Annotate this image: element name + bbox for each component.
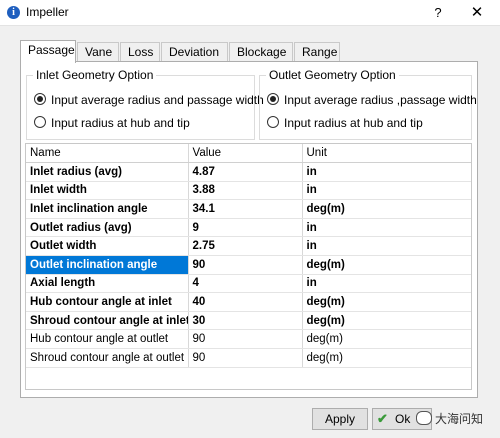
cell-value[interactable]: 4 [188, 274, 303, 294]
cell-name[interactable]: Axial length [26, 274, 189, 294]
cell-value[interactable]: 30 [188, 311, 303, 331]
cell-unit[interactable]: in [302, 218, 471, 238]
watermark-text: 大海问知 [435, 412, 484, 426]
radio-unchecked-icon[interactable] [34, 116, 46, 128]
close-button[interactable]: ✕ [466, 3, 488, 23]
inlet-geometry-title: Inlet Geometry Option [33, 68, 157, 82]
cell-name[interactable]: Outlet inclination angle [26, 255, 189, 275]
table-row[interactable]: Hub contour angle at outlet 90 deg(m) [26, 329, 471, 349]
outlet-option-hub-tip[interactable]: Input radius at hub and tip [267, 116, 423, 130]
inlet-option-hub-tip[interactable]: Input radius at hub and tip [34, 116, 190, 130]
help-button[interactable]: ? [428, 3, 448, 23]
cell-unit[interactable]: in [302, 274, 471, 294]
tab-vane[interactable]: Vane [77, 42, 119, 61]
cell-value[interactable]: 9 [188, 218, 303, 238]
inlet-option-hub-tip-label: Input radius at hub and tip [51, 116, 190, 130]
cell-unit[interactable]: deg(m) [302, 255, 471, 275]
inlet-option-average[interactable]: Input average radius and passage width [34, 93, 264, 107]
tab-deviation[interactable]: Deviation [161, 42, 228, 61]
passage-panel: Inlet Geometry Option Input average radi… [20, 61, 478, 398]
table-row[interactable]: Outlet inclination angle 90 deg(m) [26, 255, 471, 275]
cell-name[interactable]: Outlet radius (avg) [26, 218, 189, 238]
outlet-option-hub-tip-label: Input radius at hub and tip [284, 116, 423, 130]
cell-name[interactable]: Hub contour angle at outlet [26, 329, 189, 349]
cell-unit[interactable]: deg(m) [302, 199, 471, 219]
cell-name[interactable]: Outlet width [26, 236, 189, 256]
table-row[interactable]: Hub contour angle at inlet 40 deg(m) [26, 292, 471, 312]
outlet-geometry-title: Outlet Geometry Option [266, 68, 399, 82]
cell-value[interactable]: 3.88 [188, 181, 303, 201]
column-header-value[interactable]: Value [188, 144, 303, 163]
table-row[interactable]: Inlet radius (avg) 4.87 in [26, 162, 471, 182]
radio-checked-icon[interactable] [34, 93, 46, 105]
cell-value[interactable]: 90 [188, 348, 303, 368]
cell-value[interactable]: 40 [188, 292, 303, 312]
outlet-option-average[interactable]: Input average radius ,passage width [267, 93, 477, 107]
cell-value[interactable]: 4.87 [188, 162, 303, 182]
check-icon: ✔ [377, 411, 388, 426]
radio-unchecked-icon[interactable] [267, 116, 279, 128]
cell-unit[interactable]: deg(m) [302, 329, 471, 349]
table-row[interactable]: Shroud contour angle at inlet 30 deg(m) [26, 311, 471, 331]
cell-name[interactable]: Shroud contour angle at inlet [26, 311, 189, 331]
cell-value[interactable]: 34.1 [188, 199, 303, 219]
tab-loss[interactable]: Loss [120, 42, 160, 61]
ok-button-label: Ok [395, 412, 411, 426]
cell-unit[interactable]: in [302, 181, 471, 201]
table-row[interactable]: Inlet width 3.88 in [26, 181, 471, 201]
table-row[interactable]: Shroud contour angle at outlet 90 deg(m) [26, 348, 471, 368]
inlet-option-average-label: Input average radius and passage width [51, 93, 264, 107]
window-title: Impeller [26, 5, 69, 19]
column-header-name[interactable]: Name [26, 144, 189, 163]
cell-unit[interactable]: in [302, 162, 471, 182]
cell-unit[interactable]: in [302, 236, 471, 256]
app-info-icon: i [7, 6, 20, 19]
title-bar: i Impeller ? ✕ [0, 0, 500, 26]
table-header-row: Name Value Unit [26, 144, 471, 163]
radio-checked-icon[interactable] [267, 93, 279, 105]
cell-name[interactable]: Inlet inclination angle [26, 199, 189, 219]
cell-name[interactable]: Hub contour angle at inlet [26, 292, 189, 312]
cell-name[interactable]: Shroud contour angle at outlet [26, 348, 189, 368]
cell-name[interactable]: Inlet radius (avg) [26, 162, 189, 182]
apply-button[interactable]: Apply [312, 408, 368, 430]
cell-value[interactable]: 2.75 [188, 236, 303, 256]
tab-passage[interactable]: Passage [20, 40, 76, 63]
tab-blockage[interactable]: Blockage [229, 42, 293, 61]
cell-name[interactable]: Inlet width [26, 181, 189, 201]
cell-unit[interactable]: deg(m) [302, 311, 471, 331]
cell-value[interactable]: 90 [188, 255, 303, 275]
table-row[interactable]: Outlet radius (avg) 9 in [26, 218, 471, 238]
tab-range[interactable]: Range [294, 42, 340, 61]
inlet-geometry-group: Inlet Geometry Option Input average radi… [26, 68, 264, 140]
table-row[interactable]: Axial length 4 in [26, 274, 471, 294]
outlet-geometry-group: Outlet Geometry Option Input average rad… [259, 68, 477, 140]
wechat-logo-icon [416, 411, 432, 425]
table-row[interactable]: Outlet width 2.75 in [26, 236, 471, 256]
cell-value[interactable]: 90 [188, 329, 303, 349]
cell-unit[interactable]: deg(m) [302, 292, 471, 312]
parameter-table: Name Value Unit Inlet radius (avg) 4.87 in… [25, 143, 472, 390]
watermark: 大海问知 [416, 408, 496, 430]
column-header-unit[interactable]: Unit [302, 144, 471, 163]
table-row[interactable]: Inlet inclination angle 34.1 deg(m) [26, 199, 471, 219]
cell-unit[interactable]: deg(m) [302, 348, 471, 368]
outlet-option-average-label: Input average radius ,passage width [284, 93, 477, 107]
